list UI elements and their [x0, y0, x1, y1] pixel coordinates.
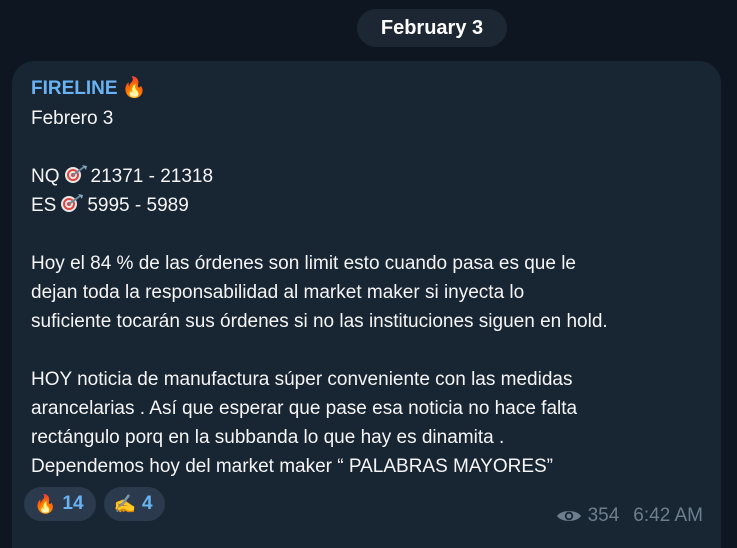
view-count: 354 — [587, 505, 620, 526]
text-line: suficiente tocarán sus órdenes si no las… — [31, 311, 608, 332]
reactions-bar: 🔥 14 ✍️ 4 — [24, 487, 165, 521]
text-line: Dependemos hoy del market maker “ PALABR… — [31, 456, 553, 477]
price-line: ES 5995 - 5989 — [31, 191, 711, 220]
fire-emoji-icon: 🔥 — [121, 77, 147, 99]
text-line: arancelarias . Así que esperar que pase … — [31, 398, 578, 419]
reaction-count: 14 — [62, 493, 84, 514]
text-line: dejan toda la responsabilidad al market … — [31, 282, 525, 303]
eye-icon — [556, 511, 581, 521]
message-text: Febrero 3 NQ 21371 - 21318 ES 5995 - 5989 Hoy… — [31, 104, 711, 481]
sender-name[interactable]: FIRELINE 🔥 — [31, 75, 146, 100]
text-line: Hoy el 84 % de las órdenes son limit est… — [31, 253, 576, 274]
message-meta: 354 6:42 AM — [556, 505, 703, 527]
text-line: rectángulo porq en la subbanda lo que ha… — [31, 427, 505, 448]
text-line: HOY noticia de manufactura súper conveni… — [31, 369, 573, 390]
message-bubble[interactable]: FIRELINE 🔥 Febrero 3 NQ 21371 - 21318 ES 5995… — [12, 61, 721, 548]
price-line: NQ 21371 - 21318 — [31, 162, 711, 191]
writing-hand-reaction-icon: ✍️ — [113, 493, 136, 514]
text-line: Febrero 3 — [31, 108, 114, 129]
reaction-writing-hand[interactable]: ✍️ 4 — [103, 487, 165, 521]
price-range: 21371 - 21318 — [90, 166, 214, 187]
reaction-fire[interactable]: 🔥 14 — [24, 487, 96, 521]
target-dart-icon — [61, 194, 84, 212]
target-dart-icon — [64, 165, 87, 183]
date-separator: February 3 — [357, 9, 507, 47]
symbol-label: ES — [31, 195, 57, 216]
message-time: 6:42 AM — [633, 505, 703, 526]
symbol-label: NQ — [31, 166, 60, 187]
reaction-count: 4 — [141, 493, 153, 514]
fire-reaction-icon: 🔥 — [34, 493, 57, 514]
sender-label: FIRELINE — [31, 78, 118, 99]
price-range: 5995 - 5989 — [87, 195, 189, 216]
